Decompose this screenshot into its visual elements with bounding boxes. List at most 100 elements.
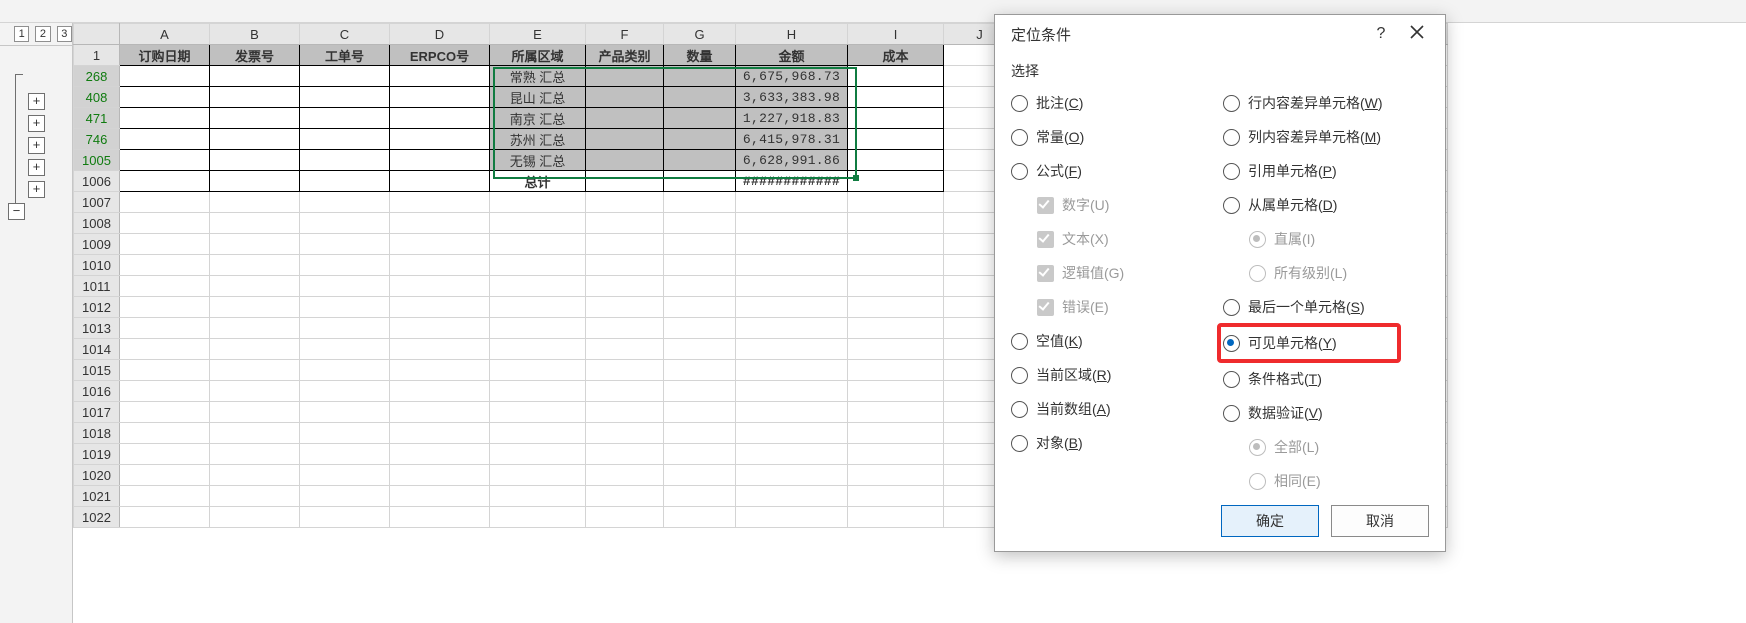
cell[interactable]	[664, 66, 736, 87]
cell[interactable]	[120, 108, 210, 129]
option-region[interactable]: 当前区域(R)	[1011, 365, 1217, 385]
cell[interactable]	[300, 486, 390, 507]
cell[interactable]: 发票号	[210, 45, 300, 66]
cell[interactable]	[848, 402, 944, 423]
cell[interactable]	[736, 339, 848, 360]
row-header[interactable]: 1006	[74, 171, 120, 192]
cell[interactable]: 6,415,978.31	[736, 129, 848, 150]
cell[interactable]	[210, 381, 300, 402]
cell[interactable]	[490, 339, 586, 360]
cell[interactable]	[736, 255, 848, 276]
cell[interactable]	[664, 150, 736, 171]
row-header[interactable]: 471	[74, 108, 120, 129]
cell[interactable]	[390, 234, 490, 255]
cell[interactable]	[390, 360, 490, 381]
cell[interactable]	[210, 297, 300, 318]
option-constants[interactable]: 常量(O)	[1011, 127, 1217, 147]
cell[interactable]	[490, 360, 586, 381]
cell[interactable]	[848, 381, 944, 402]
column-header-D[interactable]: D	[390, 24, 490, 45]
cell[interactable]	[390, 423, 490, 444]
cell[interactable]	[210, 213, 300, 234]
cell[interactable]	[848, 129, 944, 150]
cell[interactable]	[736, 486, 848, 507]
cell[interactable]	[586, 486, 664, 507]
cell[interactable]	[300, 129, 390, 150]
cell[interactable]	[736, 276, 848, 297]
cell[interactable]	[210, 192, 300, 213]
cell[interactable]	[664, 276, 736, 297]
cell[interactable]	[390, 318, 490, 339]
cell[interactable]	[120, 381, 210, 402]
cell[interactable]	[736, 360, 848, 381]
cell[interactable]	[586, 234, 664, 255]
row-header[interactable]: 1	[74, 45, 120, 66]
cell[interactable]	[586, 381, 664, 402]
cell[interactable]	[848, 507, 944, 528]
cell[interactable]	[210, 486, 300, 507]
cell[interactable]: 数量	[664, 45, 736, 66]
cell[interactable]	[120, 402, 210, 423]
cell[interactable]	[490, 423, 586, 444]
outline-expand-button[interactable]: +	[28, 137, 45, 154]
cell[interactable]	[390, 192, 490, 213]
cell[interactable]	[210, 318, 300, 339]
row-header[interactable]: 1013	[74, 318, 120, 339]
cell[interactable]	[664, 255, 736, 276]
cell[interactable]: 常熟 汇总	[490, 66, 586, 87]
cell[interactable]	[664, 360, 736, 381]
option-visible[interactable]: 可见单元格(Y)	[1223, 333, 1385, 353]
cell[interactable]	[300, 339, 390, 360]
cell[interactable]	[664, 381, 736, 402]
cell[interactable]	[586, 192, 664, 213]
cell[interactable]	[120, 339, 210, 360]
cell[interactable]	[848, 423, 944, 444]
cell[interactable]	[736, 465, 848, 486]
cell[interactable]	[210, 108, 300, 129]
cell[interactable]	[736, 444, 848, 465]
cell[interactable]	[490, 507, 586, 528]
cell[interactable]	[490, 276, 586, 297]
outline-expand-button[interactable]: +	[28, 115, 45, 132]
cell[interactable]: 所属区域	[490, 45, 586, 66]
row-header[interactable]: 1011	[74, 276, 120, 297]
dialog-help-button[interactable]: ?	[1363, 25, 1399, 43]
cell[interactable]	[586, 507, 664, 528]
cell[interactable]	[490, 486, 586, 507]
cell[interactable]	[120, 129, 210, 150]
cell[interactable]	[300, 381, 390, 402]
outline-expand-button[interactable]: +	[28, 159, 45, 176]
cell[interactable]	[664, 444, 736, 465]
cell[interactable]	[586, 339, 664, 360]
cell[interactable]	[586, 255, 664, 276]
cell[interactable]	[848, 66, 944, 87]
cell[interactable]	[848, 276, 944, 297]
row-header[interactable]: 1008	[74, 213, 120, 234]
cell[interactable]	[848, 318, 944, 339]
cell[interactable]: 昆山 汇总	[490, 87, 586, 108]
cell[interactable]	[586, 297, 664, 318]
column-header-C[interactable]: C	[300, 24, 390, 45]
cell[interactable]	[736, 402, 848, 423]
cell[interactable]	[390, 129, 490, 150]
cell[interactable]	[210, 87, 300, 108]
cell[interactable]	[390, 402, 490, 423]
cell[interactable]	[120, 297, 210, 318]
cell[interactable]: 工单号	[300, 45, 390, 66]
cell[interactable]	[586, 213, 664, 234]
cell[interactable]	[300, 465, 390, 486]
cell[interactable]	[586, 318, 664, 339]
cell[interactable]	[664, 318, 736, 339]
option-rowdiff[interactable]: 行内容差异单元格(W)	[1223, 93, 1429, 113]
cell[interactable]	[664, 423, 736, 444]
option-array[interactable]: 当前数组(A)	[1011, 399, 1217, 419]
cell[interactable]	[848, 486, 944, 507]
cell[interactable]	[300, 360, 390, 381]
cell[interactable]	[120, 423, 210, 444]
cell[interactable]	[586, 171, 664, 192]
option-formulas[interactable]: 公式(F)	[1011, 161, 1217, 181]
option-comments[interactable]: 批注(C)	[1011, 93, 1217, 113]
column-header-B[interactable]: B	[210, 24, 300, 45]
cell[interactable]	[736, 381, 848, 402]
row-header[interactable]: 1022	[74, 507, 120, 528]
